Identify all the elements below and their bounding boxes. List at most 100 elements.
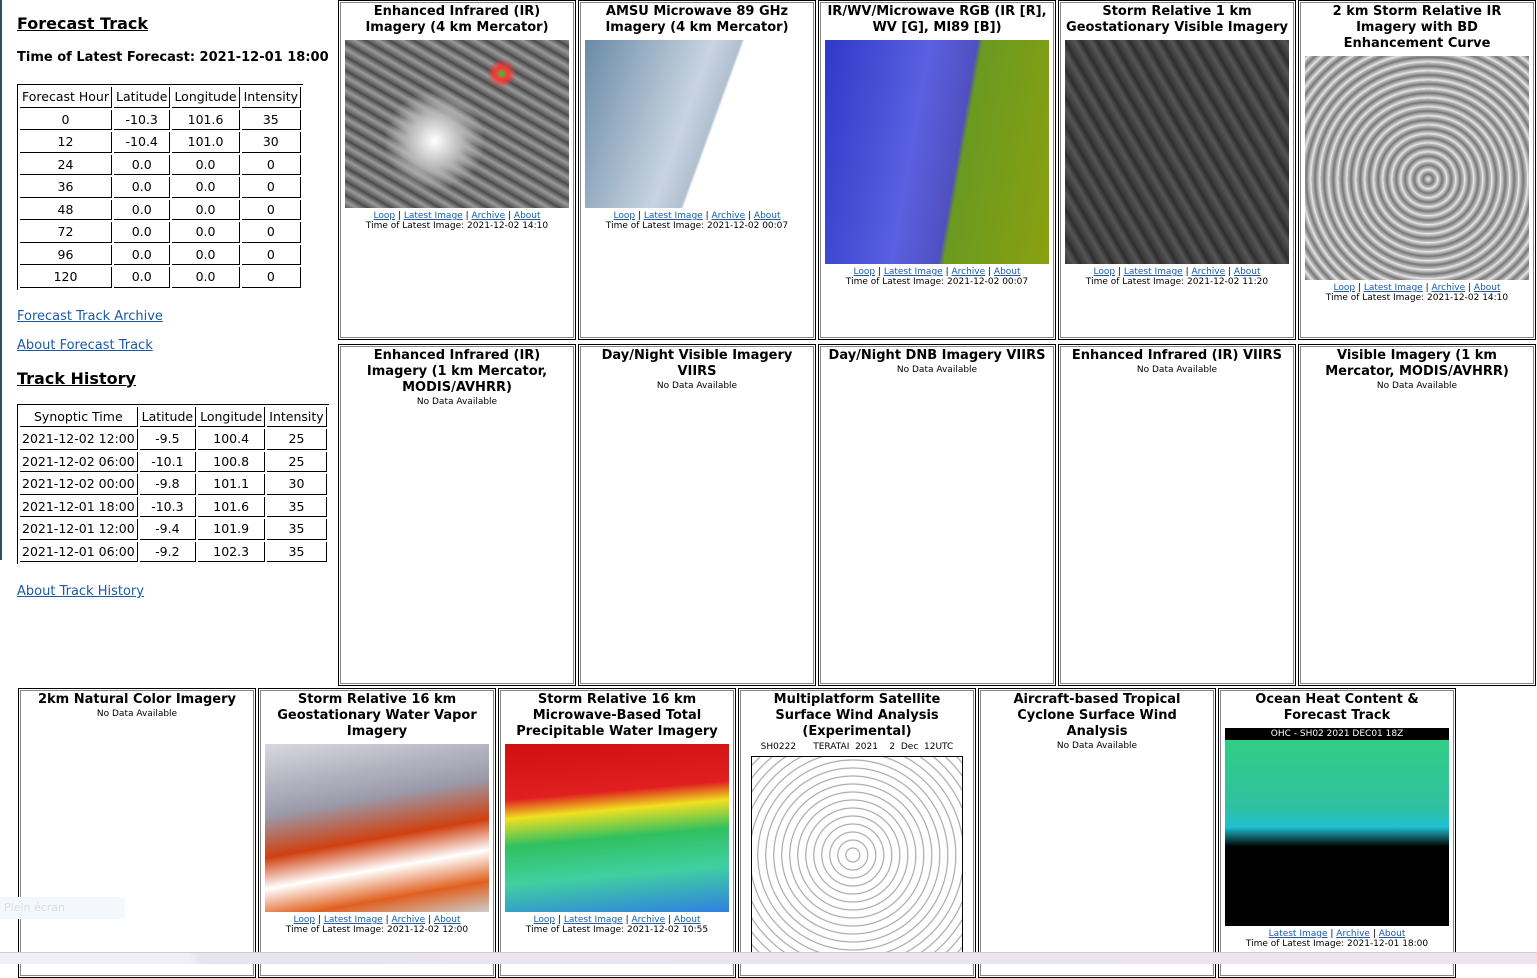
about-link[interactable]: About — [514, 211, 541, 221]
imagery-panel: Ocean Heat Content & Forecast Track OHC -… — [1218, 688, 1456, 978]
loop-link[interactable]: Loop — [533, 915, 555, 925]
no-data-text: No Data Available — [96, 709, 178, 719]
history-table: Synoptic Time Latitude Longitude Intensity 2… — [17, 403, 329, 564]
about-link[interactable]: About — [674, 915, 701, 925]
left-panel: Forecast Track Time of Latest Forecast: … — [0, 0, 338, 688]
column-header: Intensity — [241, 87, 302, 108]
table-cell: -10.3 — [113, 109, 171, 130]
satellite-image[interactable] — [505, 744, 729, 912]
panel-title: Enhanced Infrared (IR) VIIRS — [1071, 348, 1283, 363]
loop-link[interactable]: Loop — [613, 211, 635, 221]
table-row: 0 -10.3 101.6 35 — [20, 109, 302, 130]
latest-link[interactable]: Latest Image — [564, 915, 623, 925]
image-links: Loop | Latest Image | Archive | About — [853, 267, 1021, 277]
panel-title: IR/WV/Microwave RGB (IR [R], WV [G], MI8… — [827, 4, 1047, 35]
panel-title: Multiplatform Satellite Surface Wind Ana… — [773, 692, 941, 739]
archive-link[interactable]: Archive — [631, 915, 665, 925]
latest-image-time: Time of Latest Image: 2021-12-02 00:07 — [845, 277, 1029, 287]
no-data-text: No Data Available — [1056, 741, 1138, 751]
loop-link[interactable]: Loop — [1333, 283, 1355, 293]
archive-link[interactable]: Archive — [951, 267, 985, 277]
loop-link[interactable]: Loop — [293, 915, 315, 925]
table-cell: 0.0 — [113, 177, 171, 198]
latest-image-time: Time of Latest Image: 2021-12-02 11:20 — [1085, 277, 1269, 287]
forecast-track-archive-link[interactable]: Forecast Track Archive — [17, 309, 338, 324]
latest-link[interactable]: Latest Image — [1269, 929, 1328, 939]
satellite-image[interactable]: OHC - SH02 2021 DEC01 18Z — [1225, 728, 1449, 926]
loop-link[interactable]: Loop — [373, 211, 395, 221]
table-row: 120 0.0 0.0 0 — [20, 267, 302, 288]
table-cell: 101.0 — [172, 132, 240, 153]
imagery-panel: Storm Relative 16 km Microwave-Based Tot… — [498, 688, 736, 978]
table-row: 96 0.0 0.0 0 — [20, 244, 302, 265]
imagery-panel: 2 km Storm Relative IR Imagery with BD E… — [1298, 0, 1536, 340]
table-cell: 2021-12-01 12:00 — [20, 519, 138, 540]
panel-title: Day/Night DNB Imagery VIIRS — [828, 348, 1046, 363]
about-track-history-link[interactable]: About Track History — [17, 584, 338, 599]
about-link[interactable]: About — [1474, 283, 1501, 293]
table-cell: 2021-12-02 06:00 — [20, 451, 138, 472]
column-header: Forecast Hour — [20, 87, 112, 108]
about-link[interactable]: About — [994, 267, 1021, 277]
about-link[interactable]: About — [434, 915, 461, 925]
satellite-image[interactable] — [1305, 56, 1529, 280]
satellite-image[interactable] — [265, 744, 489, 912]
archive-link[interactable]: Archive — [1431, 283, 1465, 293]
loop-link[interactable]: Loop — [853, 267, 875, 277]
panel-title: Enhanced Infrared (IR) Imagery (4 km Mer… — [365, 4, 549, 35]
latest-image-time: Time of Latest Image: 2021-12-02 14:10 — [1325, 293, 1509, 303]
table-cell: 0.0 — [113, 267, 171, 288]
table-cell: 35 — [267, 519, 327, 540]
table-row: 72 0.0 0.0 0 — [20, 222, 302, 243]
latest-image-time: Time of Latest Image: 2021-12-02 12:00 — [285, 925, 469, 935]
about-link[interactable]: About — [754, 211, 781, 221]
image-links: Loop | Latest Image | Archive | About — [1093, 267, 1261, 277]
table-cell: 101.9 — [198, 519, 266, 540]
table-cell: -9.2 — [139, 541, 197, 562]
about-link[interactable]: About — [1379, 929, 1406, 939]
archive-link[interactable]: Archive — [711, 211, 745, 221]
table-cell: 100.8 — [198, 451, 266, 472]
column-header: Longitude — [198, 406, 266, 427]
archive-link[interactable]: Archive — [471, 211, 505, 221]
archive-link[interactable]: Archive — [1191, 267, 1225, 277]
table-cell: 36 — [20, 177, 112, 198]
loop-link[interactable]: Loop — [1093, 267, 1115, 277]
no-data-text: No Data Available — [416, 397, 498, 407]
table-cell: 35 — [267, 541, 327, 562]
table-row: 2021-12-01 18:00 -10.3 101.6 35 — [20, 496, 327, 517]
latest-link[interactable]: Latest Image — [324, 915, 383, 925]
satellite-image[interactable] — [585, 40, 809, 208]
panel-title: Day/Night Visible Imagery VIIRS — [601, 348, 793, 379]
archive-link[interactable]: Archive — [391, 915, 425, 925]
about-link[interactable]: About — [1234, 267, 1261, 277]
latest-link[interactable]: Latest Image — [1364, 283, 1423, 293]
imagery-panel: Enhanced Infrared (IR) Imagery (1 km Mer… — [338, 344, 576, 686]
satellite-image[interactable] — [1065, 40, 1289, 264]
latest-link[interactable]: Latest Image — [1124, 267, 1183, 277]
column-header: Latitude — [139, 406, 197, 427]
table-cell: 2021-12-02 12:00 — [20, 429, 138, 450]
table-row: 36 0.0 0.0 0 — [20, 177, 302, 198]
image-links: Loop | Latest Image | Archive | About — [613, 211, 781, 221]
satellite-image[interactable] — [825, 40, 1049, 264]
table-cell: -10.1 — [139, 451, 197, 472]
image-subtitle: SH0222 TERATAI 2021 2 Dec 12UTC — [760, 742, 954, 752]
image-links: Loop | Latest Image | Archive | About — [1333, 283, 1501, 293]
satellite-image[interactable] — [751, 756, 963, 954]
table-cell: -9.5 — [139, 429, 197, 450]
imagery-panel: Day/Night Visible Imagery VIIRS No Data A… — [578, 344, 816, 686]
table-cell: -9.8 — [139, 474, 197, 495]
imagery-panel: Visible Imagery (1 km Mercator, MODIS/AV… — [1298, 344, 1536, 686]
latest-link[interactable]: Latest Image — [404, 211, 463, 221]
archive-link[interactable]: Archive — [1336, 929, 1370, 939]
latest-link[interactable]: Latest Image — [644, 211, 703, 221]
forecast-time: Time of Latest Forecast: 2021-12-01 18:0… — [17, 50, 329, 65]
table-cell: 35 — [267, 496, 327, 517]
latest-link[interactable]: Latest Image — [884, 267, 943, 277]
satellite-image[interactable] — [345, 40, 569, 208]
column-header: Latitude — [113, 87, 171, 108]
about-forecast-track-link[interactable]: About Forecast Track — [17, 338, 338, 353]
table-cell: -10.4 — [113, 132, 171, 153]
imagery-panel: Storm Relative 1 km Geostationary Visibl… — [1058, 0, 1296, 340]
